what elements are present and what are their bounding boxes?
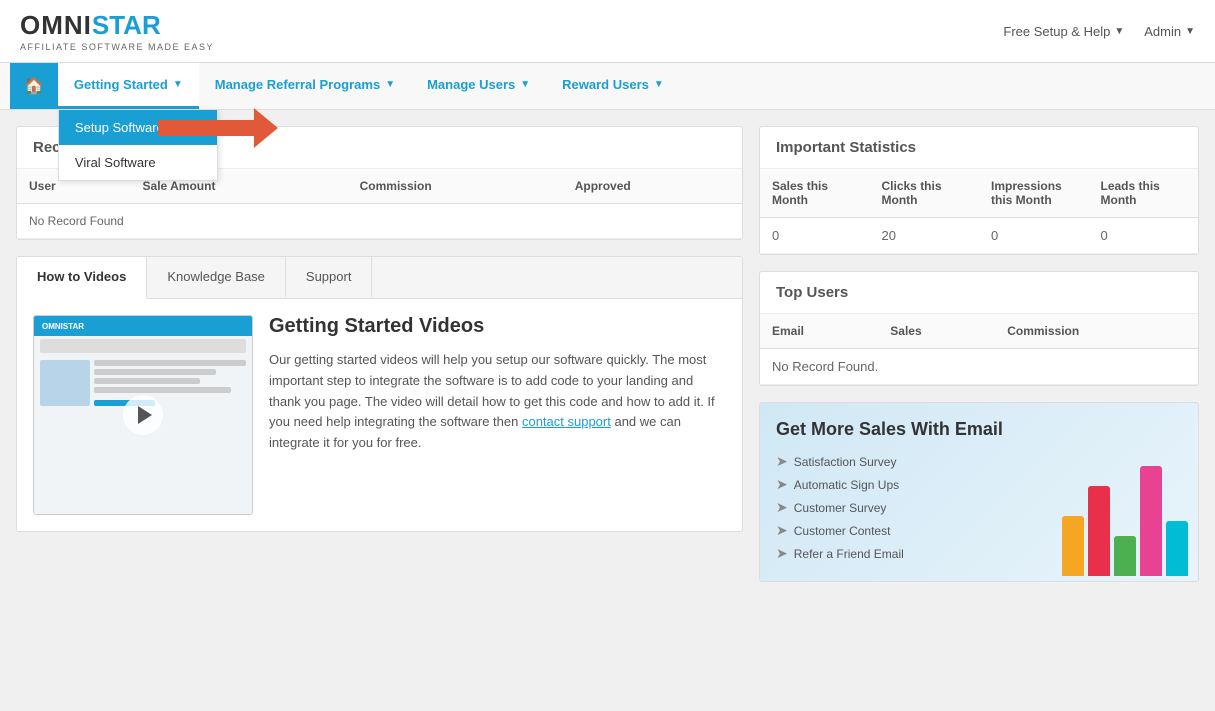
- bar-3: [1140, 466, 1162, 576]
- bar-2: [1114, 536, 1136, 576]
- stat-value-sales: 0: [760, 218, 870, 254]
- bar-chart: [1062, 466, 1188, 576]
- header: OMNISTAR AFFILIATE SOFTWARE MADE EASY Fr…: [0, 0, 1215, 63]
- reward-users-caret: ▼: [654, 79, 664, 90]
- nav-home-button[interactable]: 🏠: [10, 63, 58, 109]
- stats-data-row: 0 20 0 0: [760, 218, 1198, 254]
- nav-item-reward-users[interactable]: Reward Users ▼: [546, 63, 680, 109]
- bar-1: [1088, 486, 1110, 576]
- tab-support[interactable]: Support: [286, 257, 373, 298]
- email-promo-panel: Get More Sales With Email ➤ Satisfaction…: [759, 402, 1199, 582]
- admin-link[interactable]: Admin ▼: [1144, 24, 1195, 39]
- video-text-section: Getting Started Videos Our getting start…: [269, 315, 726, 515]
- tabs-content: OMNISTAR: [17, 299, 742, 531]
- manage-referral-caret: ▼: [385, 79, 395, 90]
- bullet-icon-3: ➤: [776, 499, 788, 516]
- email-promo-title: Get More Sales With Email: [776, 419, 1182, 440]
- contact-support-link[interactable]: contact support: [522, 414, 611, 429]
- nav-item-getting-started[interactable]: Getting Started ▼: [58, 63, 199, 109]
- play-triangle-icon: [138, 406, 152, 424]
- bar-4: [1166, 521, 1188, 576]
- arrow-shape: [158, 108, 278, 148]
- top-users-col-email: Email: [760, 314, 878, 349]
- getting-started-caret: ▼: [173, 79, 183, 90]
- table-row: No Record Found: [17, 204, 742, 239]
- stats-title: Important Statistics: [760, 127, 1198, 169]
- video-line-4: [94, 387, 231, 393]
- navbar: 🏠 Getting Started ▼ Setup Software ☞ Vir…: [0, 63, 1215, 110]
- play-button-overlay[interactable]: [123, 395, 163, 435]
- getting-started-dropdown: Getting Started ▼ Setup Software ☞ Viral…: [58, 63, 199, 109]
- video-line-2: [94, 369, 216, 375]
- main-content: Recent Commissions User Sale Amount Comm…: [0, 110, 1215, 598]
- left-column: Recent Commissions User Sale Amount Comm…: [16, 126, 743, 582]
- admin-caret-icon: ▼: [1185, 26, 1195, 37]
- stat-value-impressions: 0: [979, 218, 1089, 254]
- top-users-col-sales: Sales: [878, 314, 995, 349]
- logo-star-text: STAR: [92, 10, 161, 41]
- video-main-area: [94, 360, 246, 406]
- no-record-cell: No Record Found: [17, 204, 742, 239]
- stat-value-clicks: 20: [870, 218, 980, 254]
- bullet-icon-2: ➤: [776, 476, 788, 493]
- right-column: Important Statistics Sales this Month Cl…: [759, 126, 1199, 582]
- video-section-title: Getting Started Videos: [269, 315, 726, 338]
- nav-item-manage-users[interactable]: Manage Users ▼: [411, 63, 546, 109]
- help-caret-icon: ▼: [1114, 26, 1124, 37]
- col-approved: Approved: [563, 169, 742, 204]
- tabs-header: How to Videos Knowledge Base Support: [17, 257, 742, 299]
- top-users-table: Email Sales Commission No Record Found.: [760, 314, 1198, 385]
- table-row: No Record Found.: [760, 349, 1198, 385]
- bar-0: [1062, 516, 1084, 576]
- video-description: Our getting started videos will help you…: [269, 350, 726, 454]
- logo-sub-text: AFFILIATE SOFTWARE MADE EASY: [20, 42, 214, 52]
- top-users-title: Top Users: [760, 272, 1198, 314]
- top-users-col-commission: Commission: [995, 314, 1198, 349]
- stats-table: Sales this Month Clicks this Month Impre…: [760, 169, 1198, 254]
- tabs-container: How to Videos Knowledge Base Support OMN…: [16, 256, 743, 532]
- top-users-panel: Top Users Email Sales Commission No Reco…: [759, 271, 1199, 386]
- header-right: Free Setup & Help ▼ Admin ▼: [1003, 24, 1195, 39]
- arrow-indicator: [158, 108, 278, 148]
- video-preview[interactable]: OMNISTAR: [33, 315, 253, 515]
- tab-how-to-videos[interactable]: How to Videos: [17, 257, 147, 299]
- tab-knowledge-base[interactable]: Knowledge Base: [147, 257, 286, 298]
- stat-col-clicks: Clicks this Month: [870, 169, 980, 218]
- logo-omni-text: OMNI: [20, 10, 92, 41]
- top-users-header-row: Email Sales Commission: [760, 314, 1198, 349]
- manage-users-caret: ▼: [520, 79, 530, 90]
- video-line-3: [94, 378, 200, 384]
- bullet-icon-1: ➤: [776, 453, 788, 470]
- top-users-no-record: No Record Found.: [760, 349, 1198, 385]
- stat-col-impressions: Impressions this Month: [979, 169, 1089, 218]
- logo: OMNISTAR AFFILIATE SOFTWARE MADE EASY: [20, 10, 214, 52]
- col-commission: Commission: [348, 169, 563, 204]
- stat-col-sales: Sales this Month: [760, 169, 870, 218]
- video-line-1: [94, 360, 246, 366]
- viral-software-item[interactable]: Viral Software: [59, 145, 217, 180]
- important-statistics-panel: Important Statistics Sales this Month Cl…: [759, 126, 1199, 255]
- stat-value-leads: 0: [1089, 218, 1199, 254]
- video-logo: OMNISTAR: [42, 322, 84, 331]
- stats-header-row: Sales this Month Clicks this Month Impre…: [760, 169, 1198, 218]
- video-nav-line: [40, 339, 246, 353]
- nav-item-manage-referral[interactable]: Manage Referral Programs ▼: [199, 63, 411, 109]
- video-side-panel: [40, 360, 90, 406]
- stat-col-leads: Leads this Month: [1089, 169, 1199, 218]
- bullet-icon-4: ➤: [776, 522, 788, 539]
- video-top-bar: OMNISTAR: [34, 316, 252, 336]
- free-setup-help-link[interactable]: Free Setup & Help ▼: [1003, 24, 1124, 39]
- bullet-icon-5: ➤: [776, 545, 788, 562]
